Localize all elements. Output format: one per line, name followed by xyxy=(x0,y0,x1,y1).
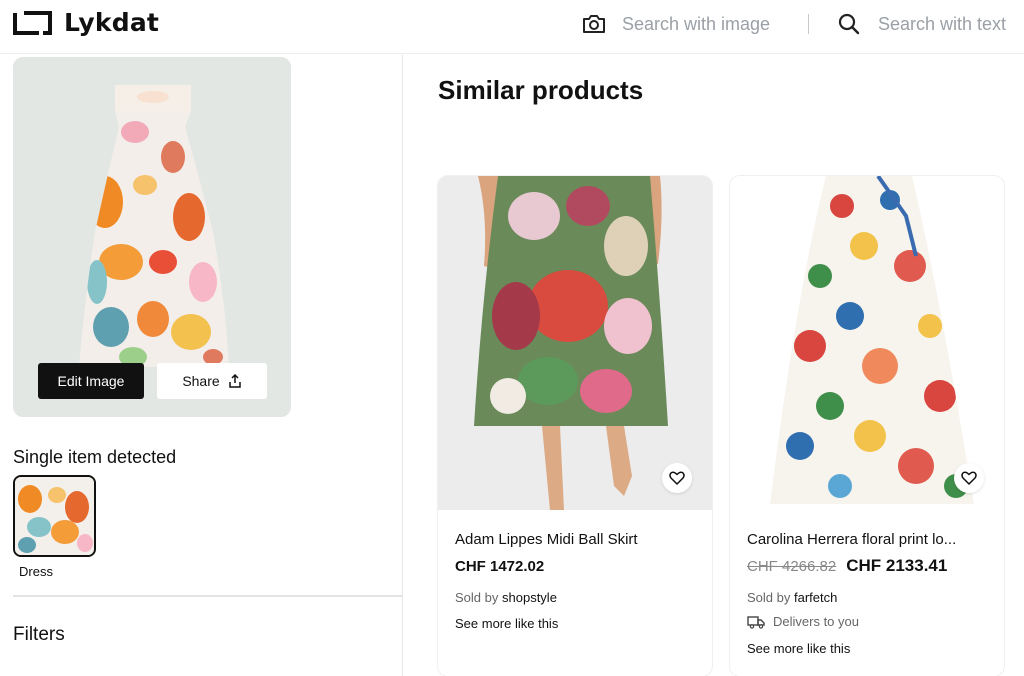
page-title: Similar products xyxy=(438,75,644,105)
truck-icon xyxy=(747,615,765,629)
favorite-button[interactable] xyxy=(954,463,984,493)
brand-name: Lykdat xyxy=(64,8,160,37)
skirt-image-2 xyxy=(730,176,1004,510)
top-bar: Lykdat Search with image Search with tex… xyxy=(0,0,1024,54)
search-text-label: Search with text xyxy=(878,13,1007,34)
edit-image-button[interactable]: Edit Image xyxy=(38,363,144,399)
favorite-button[interactable] xyxy=(662,463,692,493)
seller-name: shopstyle xyxy=(502,590,557,605)
original-price: CHF 4266.82 xyxy=(747,558,837,575)
search-image-label: Search with image xyxy=(622,13,771,34)
share-button[interactable]: Share xyxy=(157,363,267,399)
heart-icon xyxy=(961,471,977,485)
product-card[interactable]: Adam Lippes Midi Ball Skirt CHF 1472.02 … xyxy=(438,176,712,676)
product-price-row: CHF 4266.82 CHF 2133.41 xyxy=(747,556,947,576)
search-with-text[interactable]: Search with text xyxy=(838,13,1006,35)
detected-items-title: Single item detected xyxy=(13,447,177,467)
share-label: Share xyxy=(182,373,220,389)
sold-by: Sold by shopstyle xyxy=(455,590,557,605)
camera-icon xyxy=(583,15,605,33)
see-more-link[interactable]: See more like this xyxy=(747,641,850,656)
brand-logo[interactable]: Lykdat xyxy=(12,8,159,37)
product-card[interactable]: Carolina Herrera floral print lo... CHF … xyxy=(730,176,1004,676)
search-icon xyxy=(838,13,860,35)
detected-item-image xyxy=(15,477,94,555)
see-more-link[interactable]: See more like this xyxy=(455,616,558,631)
query-image-card: Edit Image Share xyxy=(13,57,291,417)
filters-heading[interactable]: Filters xyxy=(13,624,65,646)
sold-by-prefix: Sold by xyxy=(455,590,499,605)
query-panel: Edit Image Share Single item detected Dr… xyxy=(0,55,403,676)
detected-item-thumbnail[interactable] xyxy=(13,475,96,557)
sold-by: Sold by farfetch xyxy=(747,590,837,605)
skirt-image-1 xyxy=(438,176,712,510)
seller-name: farfetch xyxy=(794,590,838,605)
sale-price: CHF 2133.41 xyxy=(846,556,948,575)
detected-item-label: Dress xyxy=(19,564,53,579)
logo-mark-icon xyxy=(13,10,52,35)
search-divider xyxy=(808,14,809,34)
delivery-info: Delivers to you xyxy=(747,614,859,629)
panel-divider xyxy=(13,595,403,597)
product-name[interactable]: Adam Lippes Midi Ball Skirt xyxy=(455,531,700,548)
delivery-label: Delivers to you xyxy=(773,614,859,629)
share-icon xyxy=(228,374,241,388)
search-with-image[interactable]: Search with image xyxy=(582,13,770,35)
product-image[interactable] xyxy=(438,176,712,510)
heart-icon xyxy=(669,471,685,485)
product-image[interactable] xyxy=(730,176,1004,510)
product-price: CHF 1472.02 xyxy=(455,558,545,575)
product-name[interactable]: Carolina Herrera floral print lo... xyxy=(747,531,992,548)
sold-by-prefix: Sold by xyxy=(747,590,791,605)
